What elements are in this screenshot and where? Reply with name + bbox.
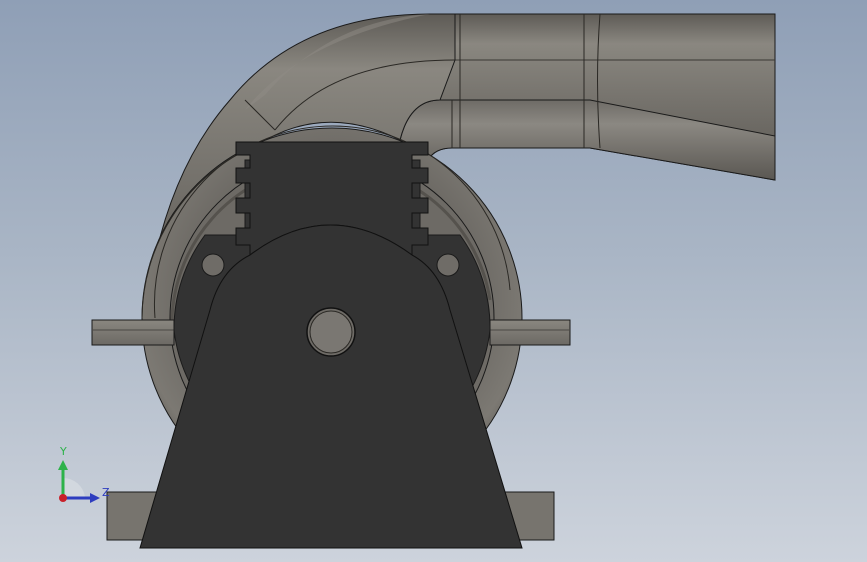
y-axis-head — [58, 460, 68, 470]
outlet-pipe[interactable] — [399, 13, 776, 181]
x-axis-dot — [59, 494, 67, 502]
shaft-hub[interactable] — [306, 307, 356, 357]
bolt-hole-left[interactable] — [201, 253, 225, 277]
bolt-hole-right[interactable] — [436, 253, 460, 277]
z-axis-head — [90, 493, 100, 503]
z-axis-label: Z — [102, 486, 110, 499]
model-view[interactable]: Y Z — [0, 0, 867, 562]
graphics-viewport[interactable]: Y Z — [0, 0, 867, 562]
view-triad: Y Z — [58, 445, 110, 503]
y-axis-label: Y — [59, 445, 67, 458]
flange-right[interactable] — [489, 319, 571, 346]
flange-left[interactable] — [91, 319, 175, 346]
